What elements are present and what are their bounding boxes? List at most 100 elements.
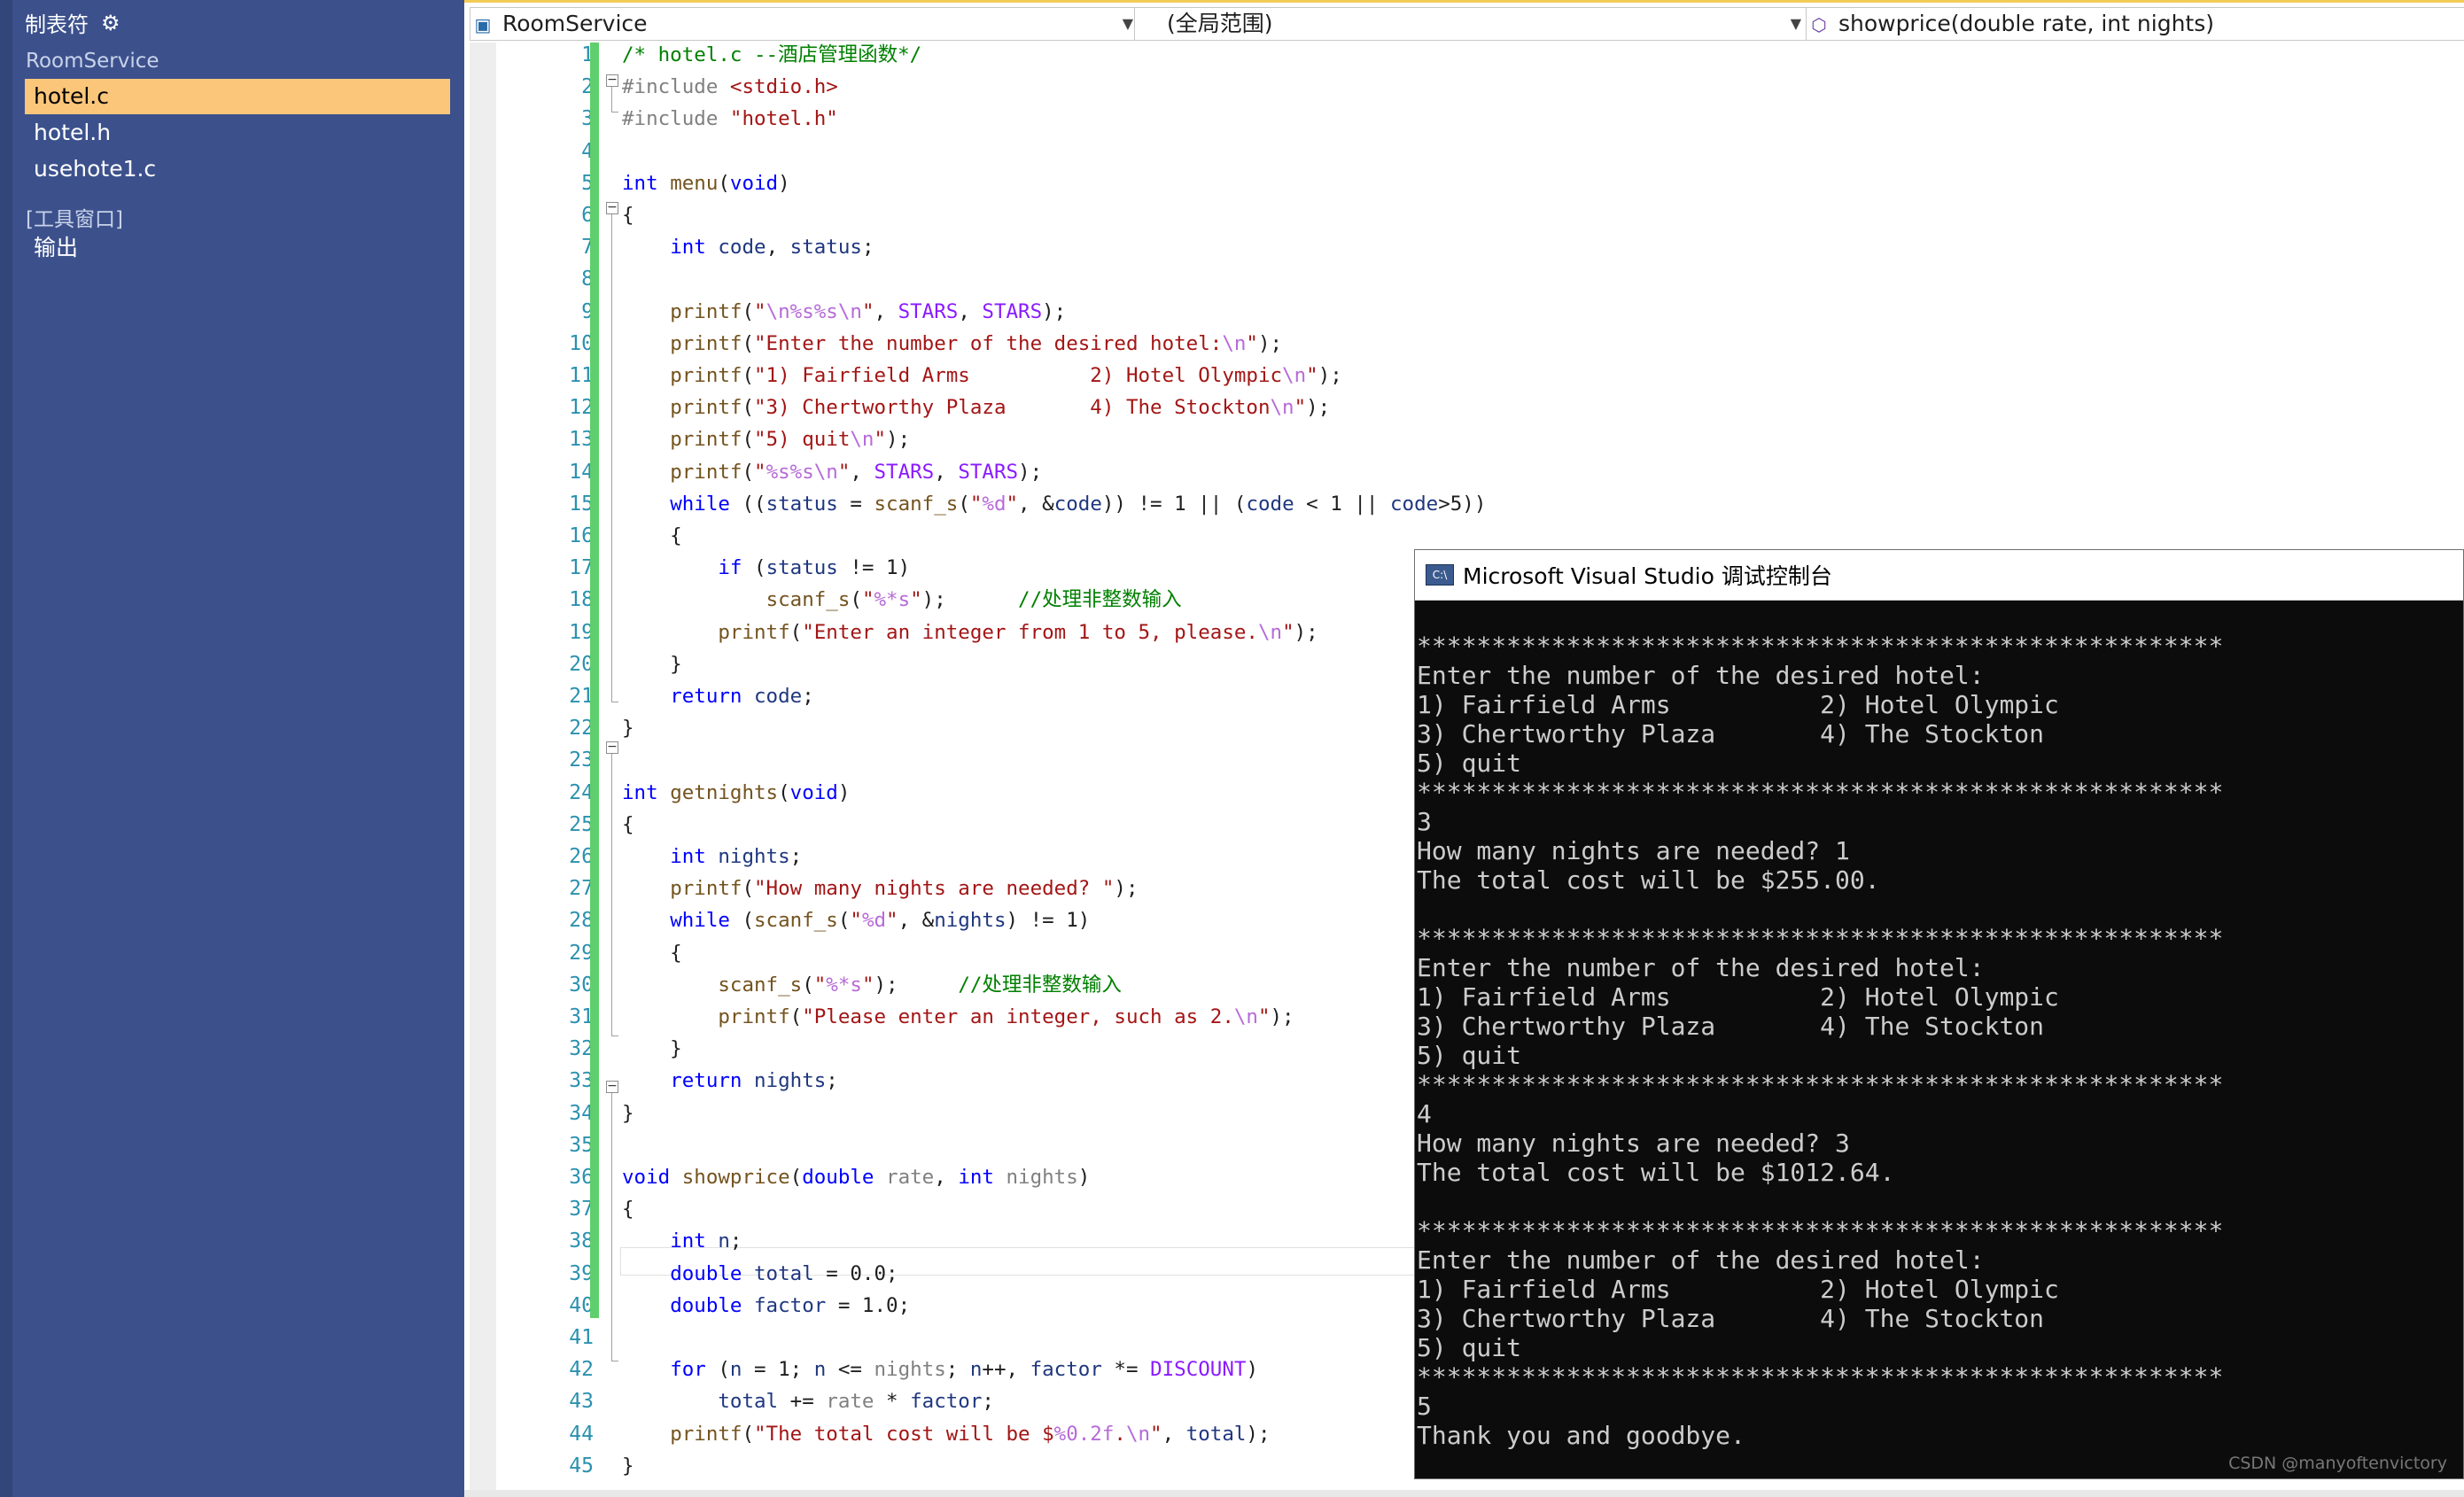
watermark: CSDN @manyoftenvictory <box>2228 1454 2447 1473</box>
scope-combo-value: (全局范围) <box>1167 11 1273 36</box>
fold-toggle-menu[interactable]: − <box>606 201 618 214</box>
line-number: 7 <box>581 236 594 260</box>
line-number: 25 <box>569 812 594 836</box>
code-line[interactable]: printf("%s%s\n", STARS, STARS); <box>622 458 1042 486</box>
code-line[interactable]: printf("How many nights are needed? "); <box>622 874 1138 903</box>
sidebar-item-label: hotel.c <box>34 83 109 109</box>
console-line: 4 <box>1417 1099 1432 1129</box>
console-line: 1) Fairfield Arms 2) Hotel Olympic <box>1417 982 2059 1012</box>
code-line[interactable]: int code, status; <box>622 233 874 261</box>
code-line[interactable]: while (scanf_s("%d", &nights) != 1) <box>622 906 1090 935</box>
console-line: ****************************************… <box>1417 924 2224 953</box>
code-line[interactable]: printf("\n%s%s\n", STARS, STARS); <box>622 298 1066 326</box>
console-line: The total cost will be $1012.64. <box>1417 1158 1895 1187</box>
fold-toggle-showprice[interactable]: − <box>606 1080 618 1093</box>
code-line[interactable]: } <box>622 650 682 679</box>
fold-guide <box>611 754 612 1035</box>
line-number: 11 <box>569 364 594 387</box>
code-line[interactable]: printf("3) Chertworthy Plaza 4) The Stoc… <box>622 393 1330 422</box>
sidebar-item-output[interactable]: 输出 <box>25 230 450 266</box>
fold-toggle-getnights[interactable]: − <box>606 741 618 754</box>
project-combo[interactable]: ▣ RoomService ▼ <box>470 7 1139 41</box>
code-line[interactable]: printf("Enter an integer from 1 to 5, pl… <box>622 618 1318 647</box>
code-line[interactable]: int nights; <box>622 842 802 871</box>
console-line: 3 <box>1417 807 1432 836</box>
line-number: 9 <box>581 299 594 323</box>
line-number: 35 <box>569 1133 594 1157</box>
console-app-icon: C:\ <box>1426 564 1454 586</box>
code-line[interactable]: for (n = 1; n <= nights; n++, factor *= … <box>622 1355 1258 1384</box>
sidebar-item-hotel-h[interactable]: hotel.h <box>25 115 450 151</box>
code-line[interactable]: double total = 0.0; <box>622 1260 898 1288</box>
code-line[interactable]: int menu(void) <box>622 169 790 198</box>
fold-toggle-include[interactable]: − <box>606 74 618 87</box>
line-number: 19 <box>569 620 594 644</box>
code-line[interactable]: /* hotel.c --酒店管理函数*/ <box>622 41 921 69</box>
code-line[interactable]: { <box>622 811 634 839</box>
code-line[interactable]: void showprice(double rate, int nights) <box>622 1163 1090 1191</box>
scope-combo[interactable]: (全局范围) ▼ <box>1134 7 1807 41</box>
console-title-bar[interactable]: C:\ Microsoft Visual Studio 调试控制台 <box>1415 550 2463 601</box>
code-line[interactable]: { <box>622 522 682 550</box>
code-line[interactable]: return nights; <box>622 1067 838 1095</box>
code-line[interactable]: } <box>622 1035 682 1063</box>
code-line[interactable]: } <box>622 1099 634 1128</box>
debug-console-window[interactable]: C:\ Microsoft Visual Studio 调试控制台 ******… <box>1414 549 2464 1479</box>
console-line: 5) quit <box>1417 1333 1522 1362</box>
code-line[interactable]: int n; <box>622 1227 742 1255</box>
project-combo-value: RoomService <box>501 11 648 36</box>
code-line[interactable]: #include <stdio.h> <box>622 73 838 101</box>
code-line[interactable]: { <box>622 939 682 967</box>
sidebar-item-hotel-c[interactable]: hotel.c <box>25 79 450 114</box>
line-number: 26 <box>569 845 594 868</box>
console-line: ****************************************… <box>1417 1362 2224 1392</box>
code-line[interactable]: printf("5) quit\n"); <box>622 425 910 454</box>
code-line[interactable]: { <box>622 201 634 229</box>
code-line[interactable]: printf("Please enter an integer, such as… <box>622 1003 1294 1031</box>
line-number: 3 <box>581 107 594 131</box>
console-line: Thank you and goodbye. <box>1417 1421 1745 1450</box>
member-combo[interactable]: ⬡ showprice(double rate, int nights) <box>1806 7 2464 41</box>
sidebar-edge <box>0 0 12 1497</box>
console-line: Enter the number of the desired hotel: <box>1417 953 1985 982</box>
gear-icon[interactable]: ⚙ <box>101 11 120 35</box>
sidebar-group-roomservice: RoomService <box>26 50 159 73</box>
line-number: 42 <box>569 1358 594 1382</box>
console-line: ****************************************… <box>1417 778 2224 807</box>
line-number: 38 <box>569 1229 594 1253</box>
code-line[interactable]: if (status != 1) <box>622 554 910 582</box>
line-number: 41 <box>569 1326 594 1349</box>
line-number: 10 <box>569 331 594 355</box>
console-line: 5) quit <box>1417 748 1522 778</box>
code-line[interactable]: } <box>622 1452 634 1480</box>
sidebar-group-tool-windows: [工具窗口] <box>26 208 123 231</box>
code-line[interactable]: int getnights(void) <box>622 779 850 807</box>
code-line[interactable]: #include "hotel.h" <box>622 105 838 133</box>
line-number: 27 <box>569 877 594 901</box>
code-line[interactable]: printf("The total cost will be $%0.2f.\n… <box>622 1420 1270 1448</box>
line-number: 23 <box>569 748 594 772</box>
fold-guide <box>611 214 612 702</box>
code-line[interactable]: scanf_s("%*s"); //处理非整数输入 <box>622 586 1182 614</box>
code-line[interactable]: printf("1) Fairfield Arms 2) Hotel Olymp… <box>622 361 1342 390</box>
fold-guide <box>611 87 612 112</box>
code-line[interactable]: return code; <box>622 682 814 710</box>
line-number: 37 <box>569 1198 594 1222</box>
code-line[interactable]: while ((status = scanf_s("%d", &code)) !… <box>622 490 1486 518</box>
line-number: 40 <box>569 1293 594 1317</box>
code-line[interactable]: double factor = 1.0; <box>622 1291 910 1320</box>
sidebar-header[interactable]: 制表符 ⚙ <box>25 7 120 38</box>
code-line[interactable]: scanf_s("%*s"); //处理非整数输入 <box>622 971 1122 999</box>
console-line: 1) Fairfield Arms 2) Hotel Olympic <box>1417 690 2059 719</box>
line-number: 39 <box>569 1261 594 1285</box>
project-icon: ▣ <box>474 14 492 35</box>
console-title: Microsoft Visual Studio 调试控制台 <box>1463 563 1832 589</box>
code-line[interactable]: printf("Enter the number of the desired … <box>622 330 1282 358</box>
code-line[interactable]: { <box>622 1195 634 1223</box>
chevron-down-icon: ▼ <box>1122 15 1133 32</box>
sidebar-item-usehote1-c[interactable]: usehote1.c <box>25 151 450 187</box>
code-line[interactable]: } <box>622 714 634 742</box>
code-line[interactable]: total += rate * factor; <box>622 1387 994 1416</box>
